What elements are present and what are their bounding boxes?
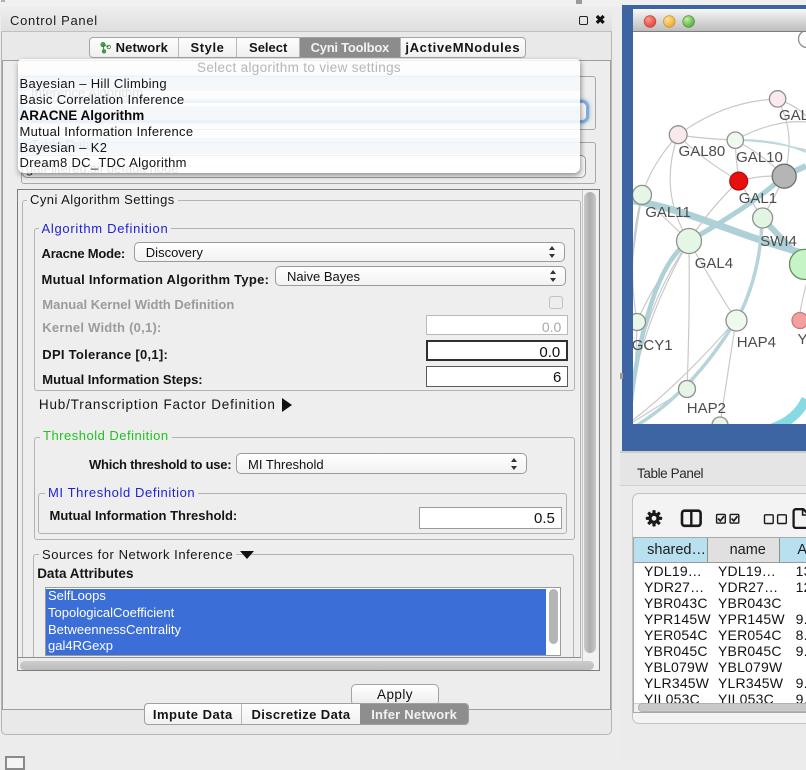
- svg-text:GAL80: GAL80: [679, 143, 726, 160]
- svg-text:GAL11: GAL11: [645, 204, 691, 221]
- svg-text:GAL10: GAL10: [736, 149, 783, 166]
- svg-text:HAP2: HAP2: [687, 400, 726, 417]
- svg-text:GAL1: GAL1: [739, 190, 777, 207]
- svg-text:HAP4: HAP4: [737, 334, 776, 351]
- svg-text:GAL4: GAL4: [695, 255, 733, 272]
- svg-text:GCY1: GCY1: [633, 337, 673, 354]
- svg-text:Y: Y: [798, 331, 806, 348]
- svg-text:GAL7: GAL7: [779, 107, 806, 124]
- svg-text:SWI4: SWI4: [760, 233, 797, 250]
